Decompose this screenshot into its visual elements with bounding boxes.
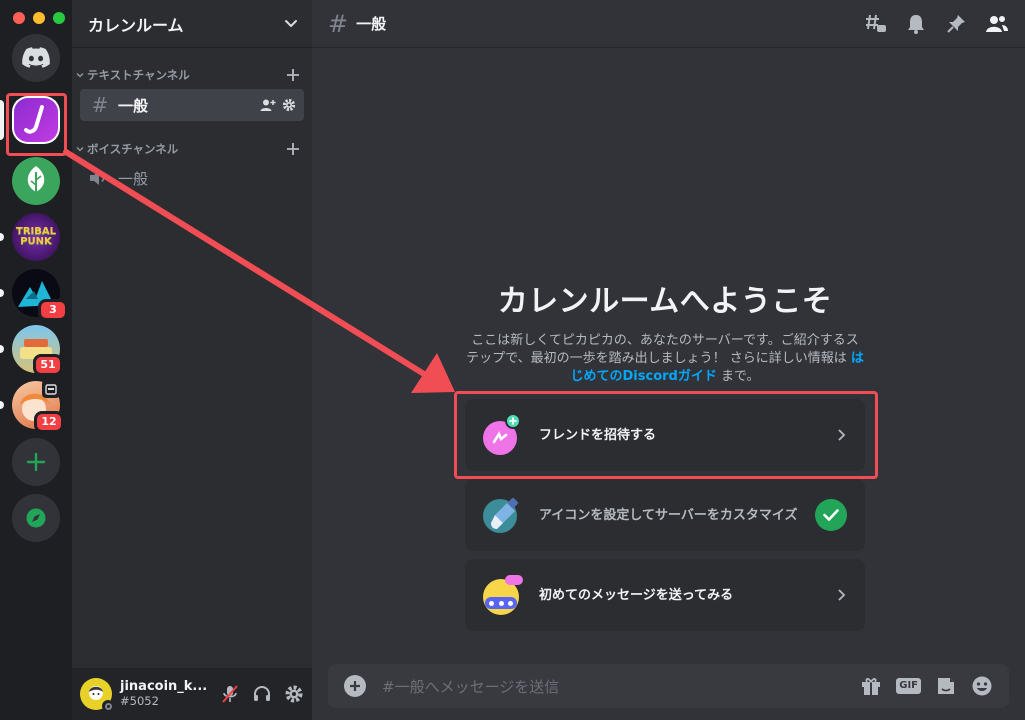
server-header[interactable]: カレンルーム [72, 0, 312, 48]
username: jinacoin_k... [120, 679, 208, 694]
category-label: ボイスチャンネル [87, 142, 179, 156]
chevron-right-icon [838, 429, 846, 441]
attach-button[interactable] [344, 675, 366, 697]
server-karenroom-button[interactable] [12, 96, 60, 144]
plus-icon [350, 681, 360, 691]
invite-member-icon[interactable] [260, 98, 276, 112]
channel-header: # 一般 [312, 0, 1025, 48]
channel-sidebar: カレンルーム テキストチャンネル # 一般 ボイスチャンネル 一般 jinaco… [72, 0, 312, 720]
gift-icon[interactable] [860, 675, 882, 697]
mention-badge: 12 [34, 411, 64, 433]
leaf-icon [27, 166, 45, 196]
plus-icon [26, 452, 46, 472]
first-message-card[interactable]: 初めてのメッセージを送ってみる [465, 559, 865, 631]
server-leaf-button[interactable] [12, 157, 60, 205]
event-icon [42, 380, 60, 398]
unread-indicator [0, 345, 4, 353]
threads-icon[interactable] [865, 13, 887, 35]
card-label: 初めてのメッセージを送ってみる [539, 587, 734, 603]
message-icon [483, 575, 523, 615]
chevron-down-icon [76, 73, 84, 78]
text-channel-icon: # [91, 93, 109, 117]
channel-item-general[interactable]: # 一般 [80, 89, 304, 121]
minimize-window-button[interactable] [33, 12, 45, 24]
tribal-punk-icon: TRIBAL PUNK [16, 226, 56, 247]
user-tag: #5052 [120, 694, 159, 708]
letter-j-icon [14, 98, 58, 142]
emoji-icon[interactable] [971, 675, 993, 697]
voice-category[interactable]: ボイスチャンネル [72, 140, 312, 158]
completed-check-icon [815, 499, 847, 531]
create-channel-icon[interactable] [286, 142, 300, 156]
gear-icon[interactable] [284, 684, 304, 704]
invite-friends-card[interactable]: フレンドを招待する [465, 399, 865, 471]
server-name: カレンルーム [88, 15, 184, 35]
explore-servers-button[interactable] [12, 494, 60, 542]
compass-icon [26, 508, 46, 528]
close-window-button[interactable] [13, 12, 25, 24]
selected-server-indicator [0, 100, 4, 140]
direct-messages-button[interactable] [12, 34, 60, 82]
text-category[interactable]: テキストチャンネル [72, 66, 312, 84]
message-input[interactable]: #一般へメッセージを送信 [382, 676, 860, 697]
voice-channel-general[interactable]: 一般 [80, 162, 304, 194]
unread-indicator [0, 233, 4, 241]
server-tribal-punk-button[interactable]: TRIBAL PUNK [12, 213, 60, 261]
welcome-title: カレンルームへようこそ [497, 284, 833, 319]
welcome-description: ここは新しくてピカピカの、あなたのサーバーです。ご紹介するステップで、最初の一歩… [466, 333, 864, 384]
chevron-down-icon [76, 147, 84, 152]
headphones-icon[interactable] [252, 684, 272, 704]
zoom-window-button[interactable] [53, 12, 65, 24]
invite-icon [483, 413, 523, 455]
welcome-section: カレンルームへようこそ ここは新しくてピカピカの、あなたのサーバーです。ご紹介す… [465, 276, 865, 386]
channel-label: 一般 [118, 169, 149, 188]
card-label: フレンドを招待する [539, 427, 657, 443]
mention-badge: 51 [33, 354, 63, 376]
gear-icon[interactable] [282, 98, 296, 112]
channel-title: 一般 [356, 15, 387, 33]
mention-badge: 3 [38, 299, 68, 321]
customize-server-card[interactable]: アイコンを設定してサーバーをカスタマイズ [465, 479, 865, 551]
window-controls [13, 12, 65, 24]
card-label: アイコンを設定してサーバーをカスタマイズ [539, 507, 798, 523]
user-panel: jinacoin_k... #5052 [72, 668, 312, 720]
mute-mic-icon[interactable] [220, 684, 240, 704]
channel-label: 一般 [118, 96, 149, 115]
member-list-icon[interactable] [985, 13, 1009, 35]
discord-logo-icon [22, 47, 50, 68]
unread-indicator [0, 401, 4, 409]
chevron-right-icon [838, 589, 846, 601]
main-content: # 一般 カレンルームへようこそ ここは新しくてピカピカの、あなたのサーバーです… [312, 0, 1025, 720]
unread-indicator [0, 289, 4, 297]
bell-icon[interactable] [905, 13, 927, 35]
text-channel-icon: # [328, 9, 349, 38]
chevron-down-icon[interactable] [284, 19, 298, 29]
message-composer[interactable]: #一般へメッセージを送信 GIF [328, 664, 1009, 708]
sticker-icon[interactable] [935, 675, 957, 697]
status-indicator [102, 700, 114, 712]
avatar[interactable] [80, 678, 114, 712]
speaker-icon [90, 171, 105, 185]
create-channel-icon[interactable] [286, 68, 300, 82]
server-rail: TRIBAL PUNK 3 51 12 [0, 0, 72, 720]
category-label: テキストチャンネル [87, 68, 190, 82]
gif-button[interactable]: GIF [896, 678, 921, 694]
paintbrush-icon [483, 495, 523, 535]
pin-icon[interactable] [945, 13, 967, 35]
add-server-button[interactable] [12, 438, 60, 486]
